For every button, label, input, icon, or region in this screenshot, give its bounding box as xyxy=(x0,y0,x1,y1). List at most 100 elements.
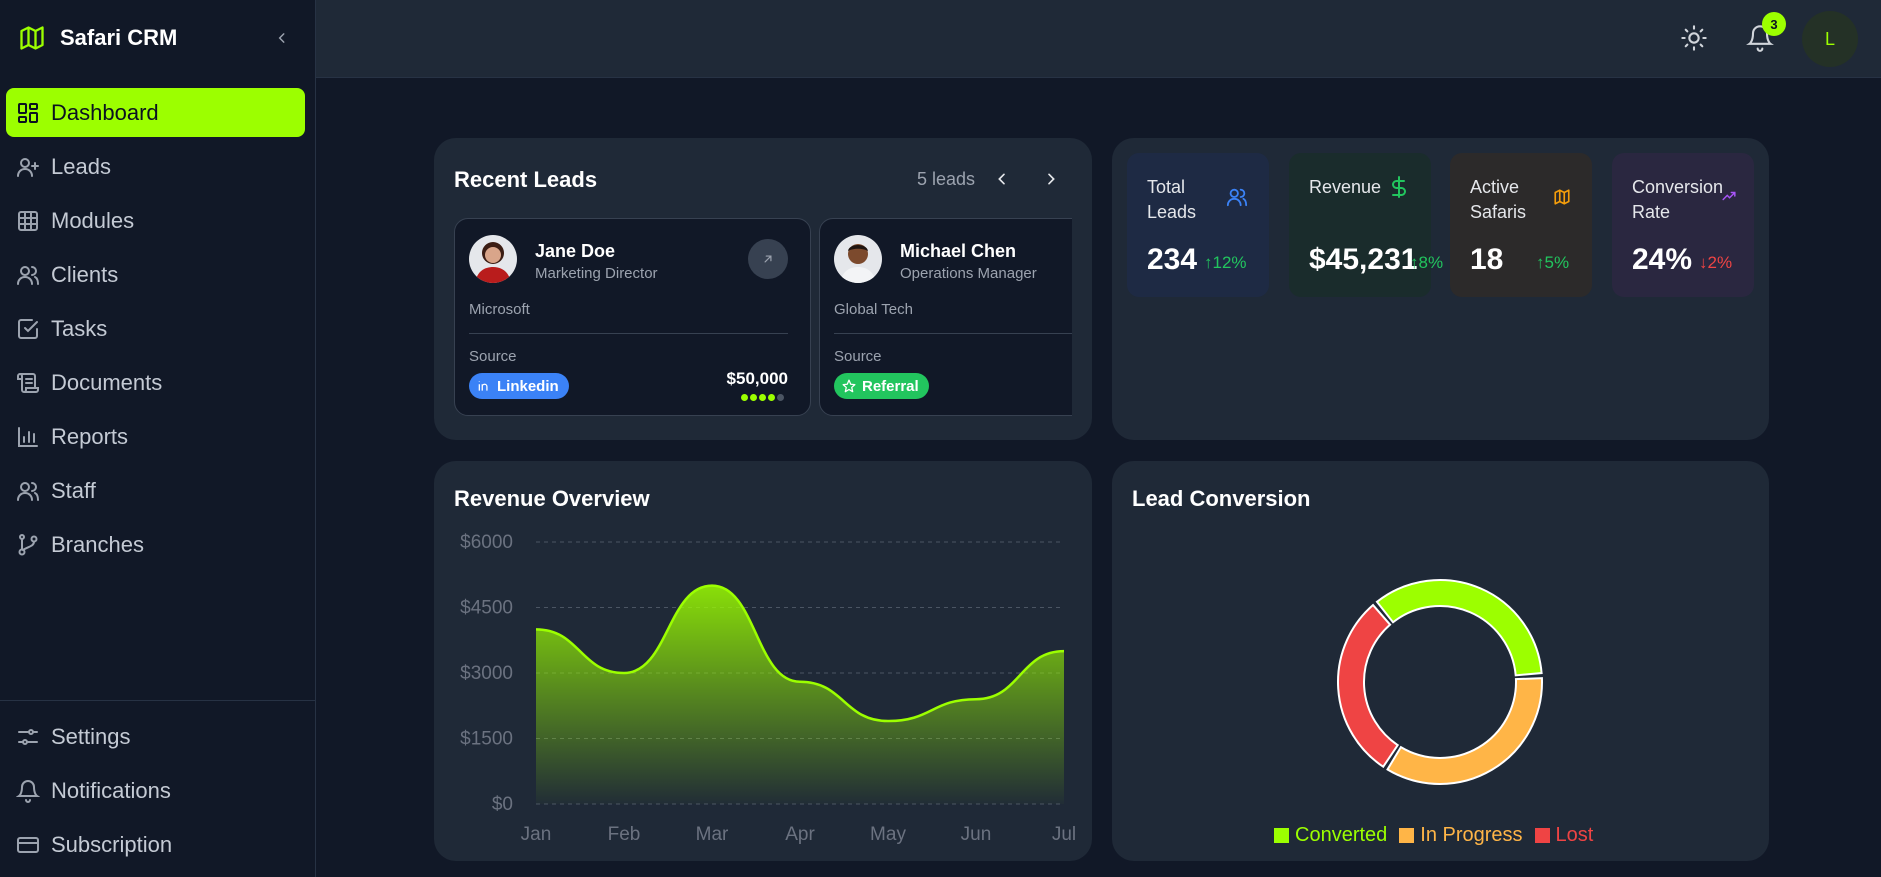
divider xyxy=(469,333,788,334)
donut-slice-converted[interactable] xyxy=(1375,579,1543,677)
lead-source-label: Source xyxy=(469,348,517,365)
chevron-right-icon xyxy=(1048,173,1055,185)
chart-legend: Converted In Progress Lost xyxy=(1274,824,1605,847)
lead-avatar xyxy=(834,235,882,283)
star-icon xyxy=(842,379,856,393)
source-badge-label: Referral xyxy=(862,377,919,395)
leads-count: 5 leads xyxy=(917,169,976,189)
stat-delta: ↓2% xyxy=(1699,253,1733,272)
recent-leads-title: Recent Leads xyxy=(454,167,598,192)
prev-lead-button[interactable] xyxy=(989,166,1015,192)
lead-conversion-title: Lead Conversion xyxy=(1132,486,1311,511)
sidebar-item-settings[interactable]: Settings xyxy=(6,712,305,761)
sidebar-item-label: Staff xyxy=(51,477,96,503)
sidebar-item-tasks[interactable]: Tasks xyxy=(6,304,305,353)
chevron-left-icon xyxy=(278,33,285,43)
x-tick-label: Feb xyxy=(608,824,641,845)
x-tick-label: Jul xyxy=(1052,824,1076,845)
stat-active-safaris: Active Safaris 18 ↑5% xyxy=(1450,153,1592,297)
donut-slice-lost[interactable] xyxy=(1337,603,1400,769)
y-tick-label: $4500 xyxy=(460,598,513,619)
lead-avatar xyxy=(469,235,517,283)
stat-delta-value: 12% xyxy=(1212,253,1247,272)
sidebar-item-label: Clients xyxy=(51,261,119,287)
revenue-chart: $0 $1500 $3000 $4500 $6000 Jan Feb Mar Apr May Jun… xyxy=(460,532,1076,845)
stat-label-line: Leads xyxy=(1147,202,1197,222)
lead-card[interactable]: Michael Chen Operations Manager Global T… xyxy=(819,218,1072,416)
avatar[interactable]: L xyxy=(1802,11,1858,67)
scroll-icon xyxy=(17,372,39,393)
source-badge-label: Linkedin xyxy=(497,377,559,395)
stat-label-line: Active xyxy=(1470,177,1520,197)
legend-label: Converted xyxy=(1295,824,1388,846)
arrow-up-right-icon xyxy=(764,255,772,263)
sidebar-item-subscription[interactable]: Subscription xyxy=(6,820,305,869)
stat-label: Conversion Rate xyxy=(1632,175,1723,225)
grid-icon xyxy=(18,210,38,231)
sidebar-item-label: Reports xyxy=(51,423,129,449)
stat-label-line: Safaris xyxy=(1470,202,1527,222)
dashboard-icon xyxy=(18,102,38,123)
dollar-icon xyxy=(1392,176,1406,198)
sidebar-item-reports[interactable]: Reports xyxy=(6,412,305,461)
stat-value: 234 xyxy=(1147,243,1198,276)
check-square-icon xyxy=(18,318,38,339)
score-dot xyxy=(741,394,748,401)
donut-slice-in-progress[interactable] xyxy=(1386,677,1543,785)
source-badge: Linkedin xyxy=(469,373,569,399)
score-dot xyxy=(750,394,757,401)
legend-item[interactable]: Converted xyxy=(1274,824,1387,847)
sidebar-item-label: Settings xyxy=(51,723,131,749)
source-badge: Referral xyxy=(834,373,929,399)
collapse-sidebar-button[interactable] xyxy=(271,27,293,49)
sidebar: Safari CRM Dashboard Leads Modules Clien… xyxy=(0,0,316,877)
sliders-icon xyxy=(18,728,38,745)
lead-card[interactable]: Jane Doe Marketing Director Microsoft So… xyxy=(454,218,811,416)
stat-label: Revenue xyxy=(1309,177,1382,197)
sidebar-item-documents[interactable]: Documents xyxy=(6,358,305,407)
stat-delta: ↑12% xyxy=(1204,253,1247,272)
sidebar-bottom-nav: Settings Notifications Subscription xyxy=(6,712,305,874)
sidebar-divider xyxy=(0,700,316,701)
lead-name: Jane Doe xyxy=(535,241,616,261)
lead-role: Marketing Director xyxy=(535,265,658,282)
lead-value: $50,000 xyxy=(726,369,788,388)
app-title: Safari CRM xyxy=(60,25,178,50)
sidebar-item-leads[interactable]: Leads xyxy=(6,142,305,191)
next-lead-button[interactable] xyxy=(1038,166,1064,192)
lead-role: Operations Manager xyxy=(900,265,1037,282)
map-icon xyxy=(1554,189,1570,205)
score-dot xyxy=(759,394,766,401)
x-tick-label: Jan xyxy=(521,824,552,845)
divider xyxy=(834,333,1072,334)
legend-swatch xyxy=(1274,828,1289,843)
revenue-area xyxy=(536,585,1064,804)
open-lead-button[interactable] xyxy=(748,239,788,279)
stat-label-line: Total xyxy=(1147,177,1186,197)
users-icon xyxy=(1226,188,1248,207)
y-tick-label: $0 xyxy=(492,794,513,815)
sidebar-item-label: Leads xyxy=(51,153,111,179)
legend-item[interactable]: In Progress xyxy=(1399,824,1523,847)
sidebar-item-notifications[interactable]: Notifications xyxy=(6,766,305,815)
legend-item[interactable]: Lost xyxy=(1534,824,1594,847)
legend-label: Lost xyxy=(1555,824,1594,846)
y-tick-label: $3000 xyxy=(460,663,513,684)
score-dot xyxy=(768,394,775,401)
sidebar-item-staff[interactable]: Staff xyxy=(6,466,305,515)
sidebar-item-clients[interactable]: Clients xyxy=(6,250,305,299)
sidebar-item-label: Subscription xyxy=(51,831,173,857)
stat-total-leads: Total Leads 234 ↑12% xyxy=(1127,153,1269,297)
stat-label: Active Safaris xyxy=(1470,175,1526,225)
sidebar-item-branches[interactable]: Branches xyxy=(6,520,305,569)
stat-delta-value: 8% xyxy=(1418,253,1444,272)
lead-conversion-donut xyxy=(1337,579,1543,785)
legend-swatch xyxy=(1399,828,1415,843)
credit-card-icon xyxy=(17,836,39,853)
sidebar-item-modules[interactable]: Modules xyxy=(6,196,305,245)
sun-icon[interactable] xyxy=(1680,24,1708,52)
sidebar-item-dashboard[interactable]: Dashboard xyxy=(6,88,305,137)
users-icon xyxy=(17,265,39,285)
lead-carousel: Jane Doe Marketing Director Microsoft So… xyxy=(454,218,1072,417)
sidebar-item-label: Branches xyxy=(51,531,144,557)
